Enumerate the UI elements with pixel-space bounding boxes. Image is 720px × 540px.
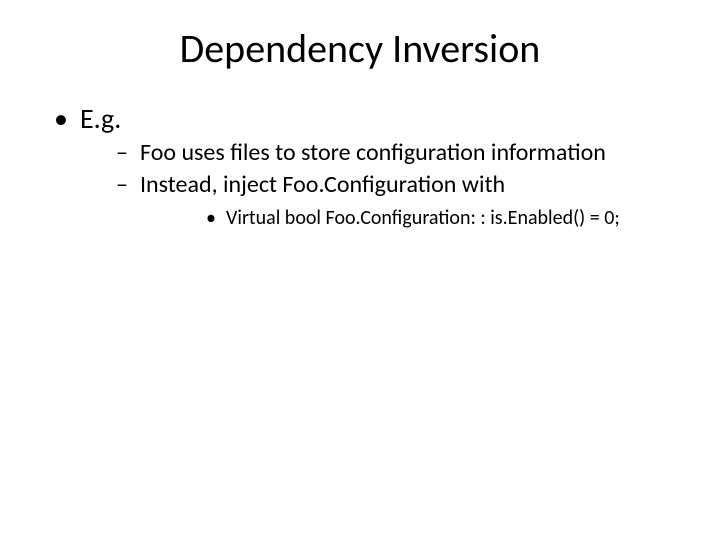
list-item: Instead, inject Foo.Configuration with V…: [80, 170, 680, 231]
list-item: Foo uses files to store configuration in…: [80, 138, 680, 168]
list-item-text: E.g.: [80, 101, 121, 136]
bullet-list-lvl3: Virtual bool Foo.Configuration: : is.Ena…: [140, 206, 680, 231]
list-item-text: Instead, inject Foo.Configuration with: [140, 170, 505, 199]
list-item-text: Virtual bool Foo.Configuration: : is.Ena…: [226, 206, 620, 230]
list-item: Virtual bool Foo.Configuration: : is.Ena…: [140, 206, 680, 231]
list-item: E.g. Foo uses files to store configurati…: [40, 101, 680, 231]
bullet-list-lvl2: Foo uses files to store configuration in…: [80, 138, 680, 231]
bullet-list-lvl1: E.g. Foo uses files to store configurati…: [40, 101, 680, 231]
slide-title: Dependency Inversion: [40, 24, 680, 73]
slide: Dependency Inversion E.g. Foo uses files…: [0, 0, 720, 540]
list-item-text: Foo uses files to store configuration in…: [140, 138, 606, 167]
